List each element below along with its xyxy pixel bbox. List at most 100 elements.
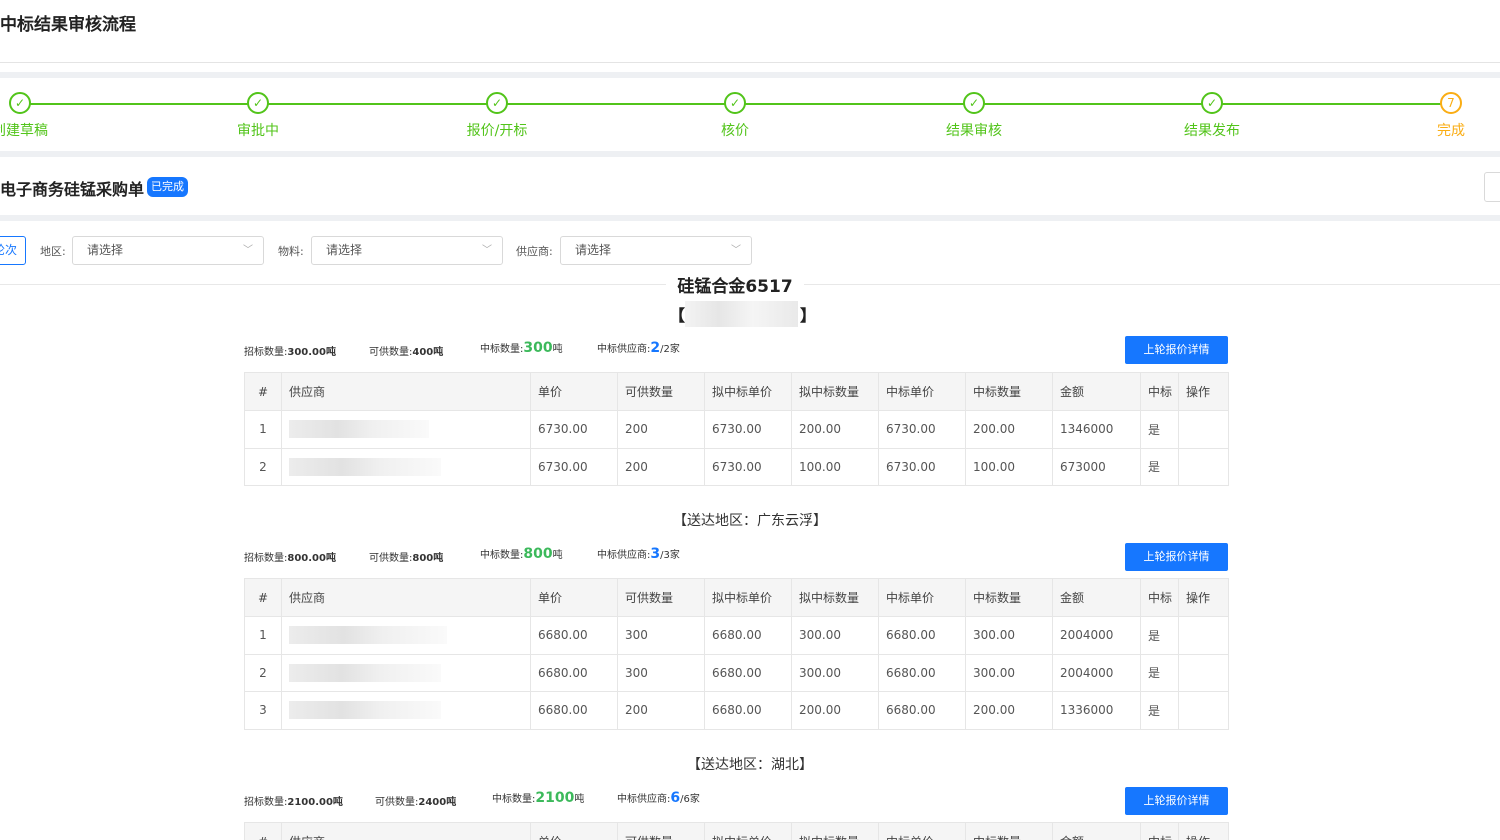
tender-qty-value: 300.00吨 <box>287 347 336 358</box>
region-select-placeholder: 请选择 <box>87 243 124 257</box>
won-qty-value: 2100 <box>535 790 575 806</box>
table-row: 1 6730.00 200 6730.00 200.00 6730.00 200… <box>244 410 1229 449</box>
supply-qty: 200 <box>617 410 705 449</box>
table-row: 2 6680.00 300 6680.00 300.00 6680.00 300… <box>244 653 1229 692</box>
won-qty-label: 中标数量: <box>492 794 536 805</box>
proposed-price: 6730.00 <box>704 410 792 449</box>
supply-qty: 可供数量:400吨 <box>369 343 443 358</box>
check-icon: ✓ <box>486 92 508 114</box>
won-price: 6730.00 <box>878 410 966 449</box>
region-select[interactable]: 请选择 ﹀ <box>72 236 264 265</box>
column-header: 供应商 <box>281 578 531 617</box>
supplier-cell-redacted <box>281 691 531 730</box>
region-heading-redacted: 【 】 <box>669 301 816 327</box>
supply-qty: 200 <box>617 691 705 730</box>
row-index: 2 <box>244 447 282 486</box>
step-label: 核价 <box>721 123 749 139</box>
column-header: 可供数量 <box>617 578 705 617</box>
section-band <box>0 215 1500 221</box>
won-suppliers-total: /2家 <box>660 344 680 355</box>
prev-round-detail-button[interactable]: 上轮报价详情 <box>1125 543 1228 571</box>
material-select[interactable]: 请选择 ﹀ <box>311 236 503 265</box>
won-suppliers: 中标供应商:2/2家 <box>597 340 680 356</box>
prev-round-detail-button[interactable]: 上轮报价详情 <box>1125 787 1228 815</box>
row-actions[interactable] <box>1178 691 1229 730</box>
supply-qty-label: 可供数量: <box>369 553 413 564</box>
column-header: 金额 <box>1052 578 1141 617</box>
column-header: 供应商 <box>281 822 531 840</box>
column-header: 中标单价 <box>878 372 966 411</box>
supply-qty-label: 可供数量: <box>369 347 413 358</box>
side-action-button[interactable] <box>1484 172 1500 202</box>
row-actions[interactable] <box>1178 616 1229 655</box>
column-header: 中标 <box>1140 578 1179 617</box>
won-flag: 是 <box>1140 447 1179 486</box>
step-label: 报价/开标 <box>466 123 528 139</box>
row-actions[interactable] <box>1178 410 1229 449</box>
column-header: 供应商 <box>281 372 531 411</box>
won-qty-label: 中标数量: <box>480 344 524 355</box>
won-suppliers-value: 3 <box>650 546 661 562</box>
column-header: 拟中标数量 <box>791 822 879 840</box>
column-header: 拟中标单价 <box>704 372 792 411</box>
step-label: 结果审核 <box>946 123 1002 139</box>
redacted-text <box>289 626 447 645</box>
check-icon: ✓ <box>9 92 31 114</box>
column-header: 中标数量 <box>965 372 1053 411</box>
region-heading: 【送达地区：湖北】 <box>687 757 813 773</box>
table-header-row: # 供应商 单价 可供数量 拟中标单价 拟中标数量 中标单价 中标数量 金额 中… <box>244 822 1229 840</box>
won-price: 6730.00 <box>878 447 966 486</box>
column-header: 拟中标单价 <box>704 578 792 617</box>
proposed-qty: 100.00 <box>791 447 879 486</box>
won-price: 6680.00 <box>878 616 966 655</box>
won-qty: 200.00 <box>965 410 1053 449</box>
round-button[interactable]: 轮次 <box>0 236 26 265</box>
prev-round-detail-button[interactable]: 上轮报价详情 <box>1125 336 1228 364</box>
order-title: 电子商务硅锰采购单 <box>0 180 145 199</box>
proposed-qty: 300.00 <box>791 616 879 655</box>
unit-price: 6680.00 <box>530 653 618 692</box>
bid-result-table: # 供应商 单价 可供数量 拟中标单价 拟中标数量 中标单价 中标数量 金额 中… <box>244 822 1229 840</box>
table-header-row: # 供应商 单价 可供数量 拟中标单价 拟中标数量 中标单价 中标数量 金额 中… <box>244 372 1229 411</box>
step-1: ✓ 创建草稿 <box>0 92 80 140</box>
step-6: ✓ 结果发布 <box>1152 92 1272 140</box>
column-header: 中标单价 <box>878 822 966 840</box>
unit-price: 6730.00 <box>530 447 618 486</box>
won-flag: 是 <box>1140 410 1179 449</box>
table-row: 3 6680.00 200 6680.00 200.00 6680.00 200… <box>244 691 1229 730</box>
row-index: 1 <box>244 410 282 449</box>
redacted-region <box>685 301 798 327</box>
won-qty: 中标数量:800吨 <box>480 546 563 562</box>
region-filter-label: 地区: <box>40 245 66 258</box>
supply-qty: 200 <box>617 447 705 486</box>
page: 中标结果审核流程 ✓ 创建草稿 ✓ 审批中 ✓ 报价/开标 ✓ 核价 ✓ 结果审… <box>0 0 1500 840</box>
supply-qty-value: 400吨 <box>412 347 444 358</box>
row-actions[interactable] <box>1178 447 1229 486</box>
won-qty: 100.00 <box>965 447 1053 486</box>
chevron-down-icon: ﹀ <box>243 245 253 256</box>
bid-result-table: # 供应商 单价 可供数量 拟中标单价 拟中标数量 中标单价 中标数量 金额 中… <box>244 372 1229 486</box>
table-row: 1 6680.00 300 6680.00 300.00 6680.00 300… <box>244 616 1229 655</box>
section-band <box>0 72 1500 78</box>
divider <box>0 62 1500 63</box>
row-actions[interactable] <box>1178 653 1229 692</box>
tender-qty-value: 800.00吨 <box>287 553 336 564</box>
column-header: # <box>244 822 282 840</box>
won-qty-unit: 吨 <box>552 344 563 355</box>
amount: 2004000 <box>1052 616 1141 655</box>
won-suppliers-label: 中标供应商: <box>617 794 671 805</box>
column-header: 单价 <box>530 822 618 840</box>
supplier-select[interactable]: 请选择 ﹀ <box>560 236 752 265</box>
column-header: 拟中标数量 <box>791 578 879 617</box>
won-qty: 中标数量:300吨 <box>480 340 563 356</box>
won-qty-value: 800 <box>523 546 553 562</box>
supplier-filter-label: 供应商: <box>516 245 553 258</box>
column-header: 中标数量 <box>965 822 1053 840</box>
amount: 673000 <box>1052 447 1141 486</box>
column-header: 操作 <box>1178 372 1229 411</box>
bracket-open: 【 <box>669 306 686 325</box>
won-qty-unit: 吨 <box>552 550 563 561</box>
won-qty-label: 中标数量: <box>480 550 524 561</box>
won-suppliers-label: 中标供应商: <box>597 550 651 561</box>
won-qty: 200.00 <box>965 691 1053 730</box>
